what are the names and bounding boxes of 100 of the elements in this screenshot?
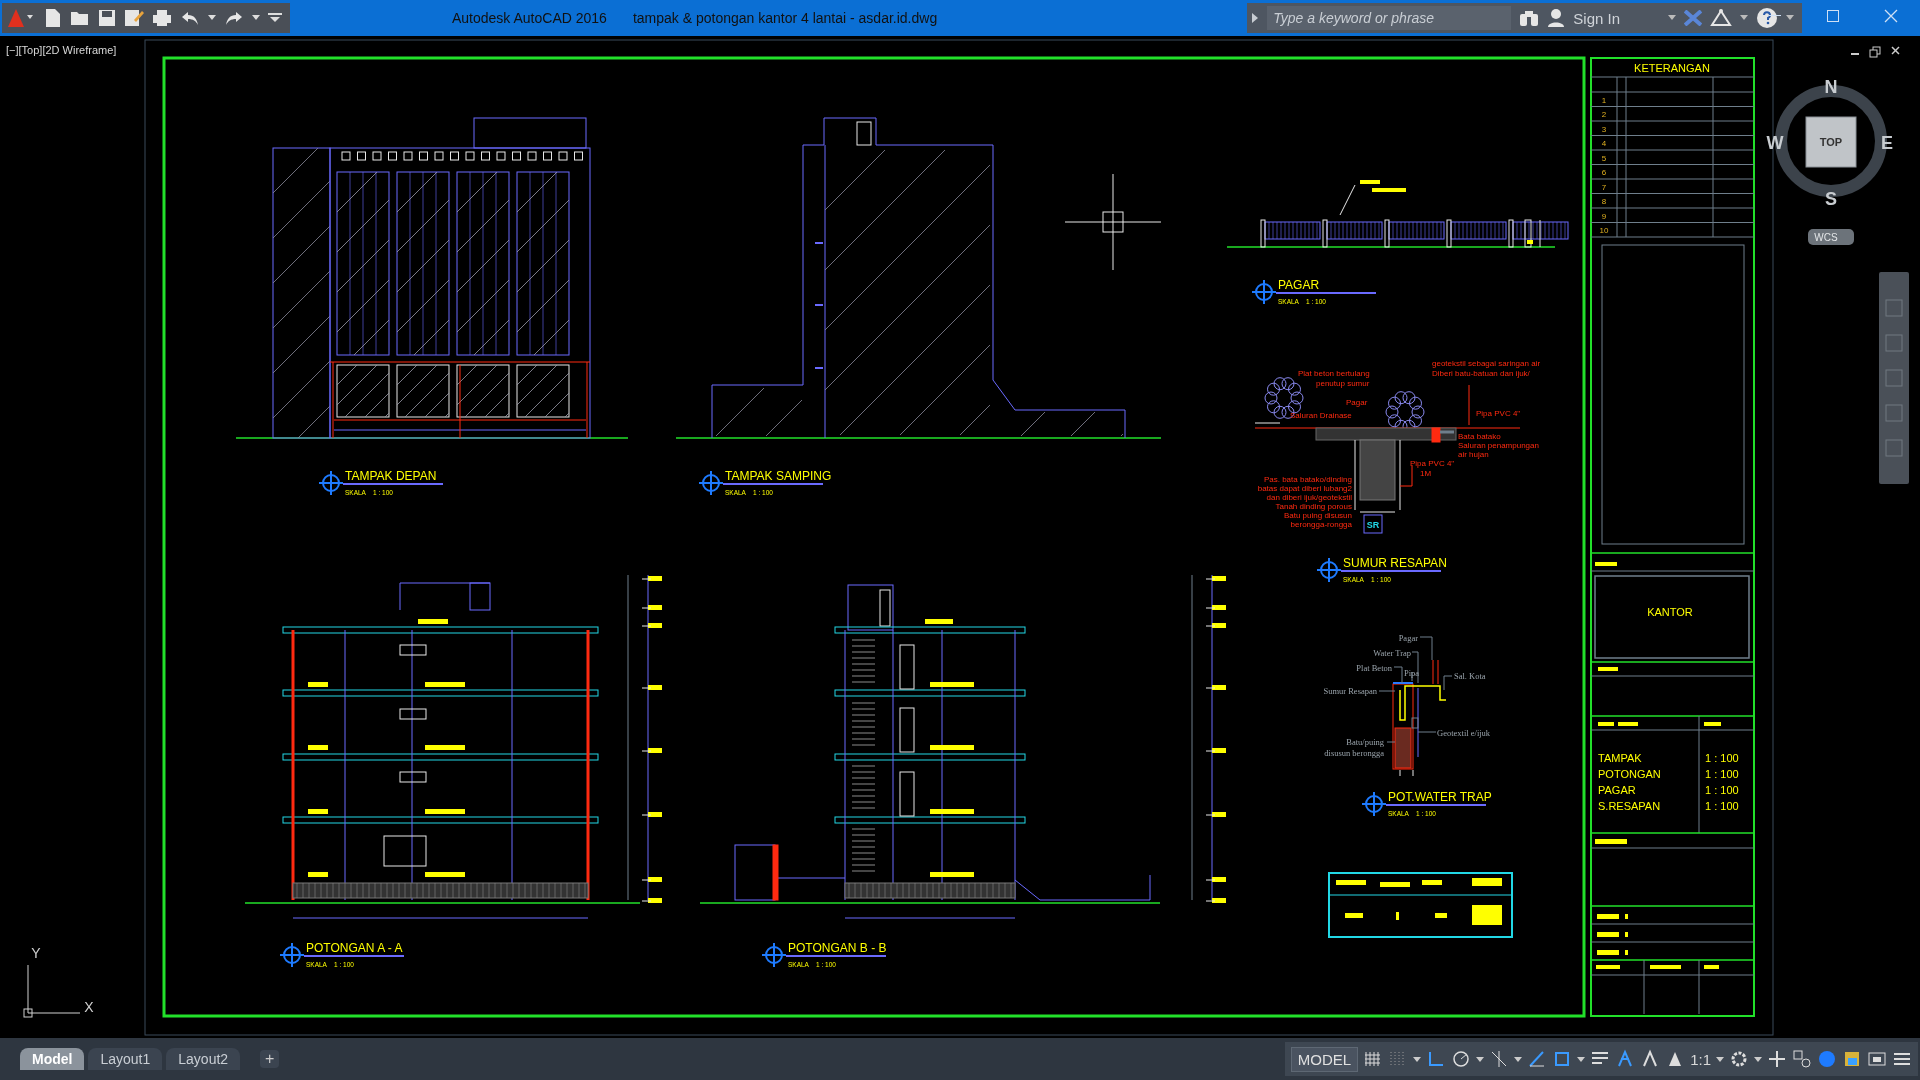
expand-arrow-icon[interactable] (1251, 12, 1260, 24)
screen-icon[interactable] (1867, 1049, 1887, 1069)
annotation-note: Bata batako (1458, 432, 1501, 441)
row-number: 9 (1601, 211, 1607, 221)
close-viewport-icon[interactable] (1891, 46, 1900, 55)
caret-icon[interactable] (208, 15, 216, 21)
binoculars-icon[interactable] (1519, 9, 1540, 27)
text-bar (1704, 722, 1721, 726)
model-space-button[interactable]: MODEL (1290, 1046, 1359, 1072)
title-marker-icon (1316, 557, 1342, 583)
text-bar (1650, 965, 1681, 969)
restore-viewport-icon[interactable] (1869, 46, 1881, 58)
annotation-scale-button[interactable]: 1:1 (1690, 1050, 1711, 1068)
text-bar (1212, 576, 1226, 581)
scale-row-label: POTONGAN (1598, 768, 1661, 780)
text-bar (1625, 914, 1628, 919)
row-number: 6 (1601, 168, 1607, 177)
coordinate-system-menu[interactable] (1808, 229, 1854, 245)
annotation-note: Pagar (1346, 398, 1368, 407)
caret-icon[interactable] (1668, 15, 1676, 21)
text-bar (1380, 882, 1410, 887)
row-number: 3 (1601, 124, 1607, 134)
scale-row-value: 1 : 100 (1705, 800, 1739, 812)
project-name: KANTOR (1647, 606, 1693, 618)
annotation-note: air hujan (1458, 450, 1489, 459)
annotation-note: dan diberi ijuk/geotekstil (1266, 493, 1352, 502)
text-bar (1598, 722, 1614, 726)
text-bar (648, 812, 662, 817)
scale-row-label: TAMPAK (1598, 752, 1642, 764)
help-icon[interactable] (1756, 7, 1778, 29)
text-bar (425, 809, 465, 814)
print-icon[interactable] (152, 9, 172, 27)
title-marker-icon (761, 942, 787, 968)
text-bar (425, 745, 465, 750)
sign-in-button[interactable]: Sign In (1573, 9, 1660, 27)
undo-icon[interactable] (180, 10, 200, 26)
layout-tab[interactable]: Layout2 (166, 1048, 241, 1070)
annotation-note: disusun berongga (1324, 748, 1384, 758)
annotation-note: Pipa (1404, 668, 1420, 678)
close-icon[interactable] (1884, 9, 1898, 23)
annotation-note: Plat Beton (1356, 663, 1392, 673)
view-cube-label: TOP (1819, 136, 1843, 148)
save-as-icon[interactable] (124, 8, 144, 28)
scale-row-value: 1 : 100 (1705, 752, 1739, 764)
caret-icon[interactable] (1786, 15, 1794, 21)
annotation-note: Tanah dinding porous (1275, 502, 1352, 511)
new-layout-button[interactable]: + (260, 1050, 280, 1068)
text-bar (1595, 562, 1617, 566)
caret-icon[interactable] (1740, 15, 1748, 21)
folder-icon[interactable] (70, 9, 90, 27)
text-bar (1625, 950, 1628, 955)
layout-tab[interactable]: Layout1 (88, 1048, 163, 1070)
annotation-note: batas dapat diberi lubang2 (1257, 484, 1352, 493)
compass-label: S (1825, 189, 1837, 209)
view-cube-face[interactable] (1805, 116, 1857, 168)
text-bar (1527, 240, 1533, 244)
minimize-icon[interactable] (1769, 15, 1781, 17)
text-bar (1596, 965, 1620, 969)
annotation-note: penutup sumur (1316, 379, 1370, 388)
drawing-title: TAMPAK SAMPING (725, 469, 832, 483)
polar-tracking-icon[interactable] (1451, 1049, 1472, 1069)
annotation-note: Sumur Resapan (1323, 686, 1377, 696)
user-icon[interactable] (1547, 8, 1566, 28)
text-bar (925, 619, 953, 624)
viewport-controls-label[interactable]: [−][Top][2D Wireframe] (6, 44, 117, 56)
text-bar (1598, 667, 1618, 671)
save-icon[interactable] (98, 9, 116, 27)
text-bar (1597, 950, 1619, 955)
text-bar (308, 745, 328, 750)
new-file-icon[interactable] (44, 8, 62, 28)
minimize-viewport-icon[interactable] (1850, 53, 1860, 55)
annotation-note: Batu/puing (1346, 737, 1384, 747)
marker-label: SR (1366, 520, 1380, 530)
drawing-title: POTONGAN B - B (788, 941, 887, 955)
search-field[interactable]: Type a keyword or phrase (1267, 6, 1512, 30)
text-bar (1212, 605, 1226, 610)
text-bar (648, 605, 662, 610)
text-bar (1472, 905, 1502, 925)
compass-label: E (1881, 133, 1893, 153)
text-bar (1595, 839, 1627, 844)
drawing-title: SUMUR RESAPAN (1343, 556, 1447, 570)
text-bar (1372, 188, 1406, 192)
text-bar (1597, 914, 1619, 919)
shapes-icon[interactable] (1792, 1049, 1812, 1069)
text-bar (648, 898, 662, 903)
row-number: 5 (1601, 153, 1607, 163)
plus-icon[interactable] (1767, 1049, 1787, 1069)
caret-icon[interactable] (252, 15, 260, 21)
title-marker-icon (279, 942, 305, 968)
triangle-nodes-icon[interactable] (1710, 9, 1732, 27)
annotation-note: Pipa PVC 4" (1476, 409, 1521, 418)
text-bar (648, 748, 662, 753)
gear-icon[interactable] (1729, 1049, 1749, 1069)
annotation-note: Batu puing disusun (1283, 511, 1352, 520)
scale-row-label: S.RESAPAN (1598, 800, 1661, 812)
text-bar (1212, 623, 1226, 628)
redo-icon[interactable] (224, 10, 244, 26)
customize-icon[interactable] (268, 13, 282, 23)
maximize-icon[interactable] (1827, 10, 1839, 22)
marker-frame (1363, 514, 1383, 534)
